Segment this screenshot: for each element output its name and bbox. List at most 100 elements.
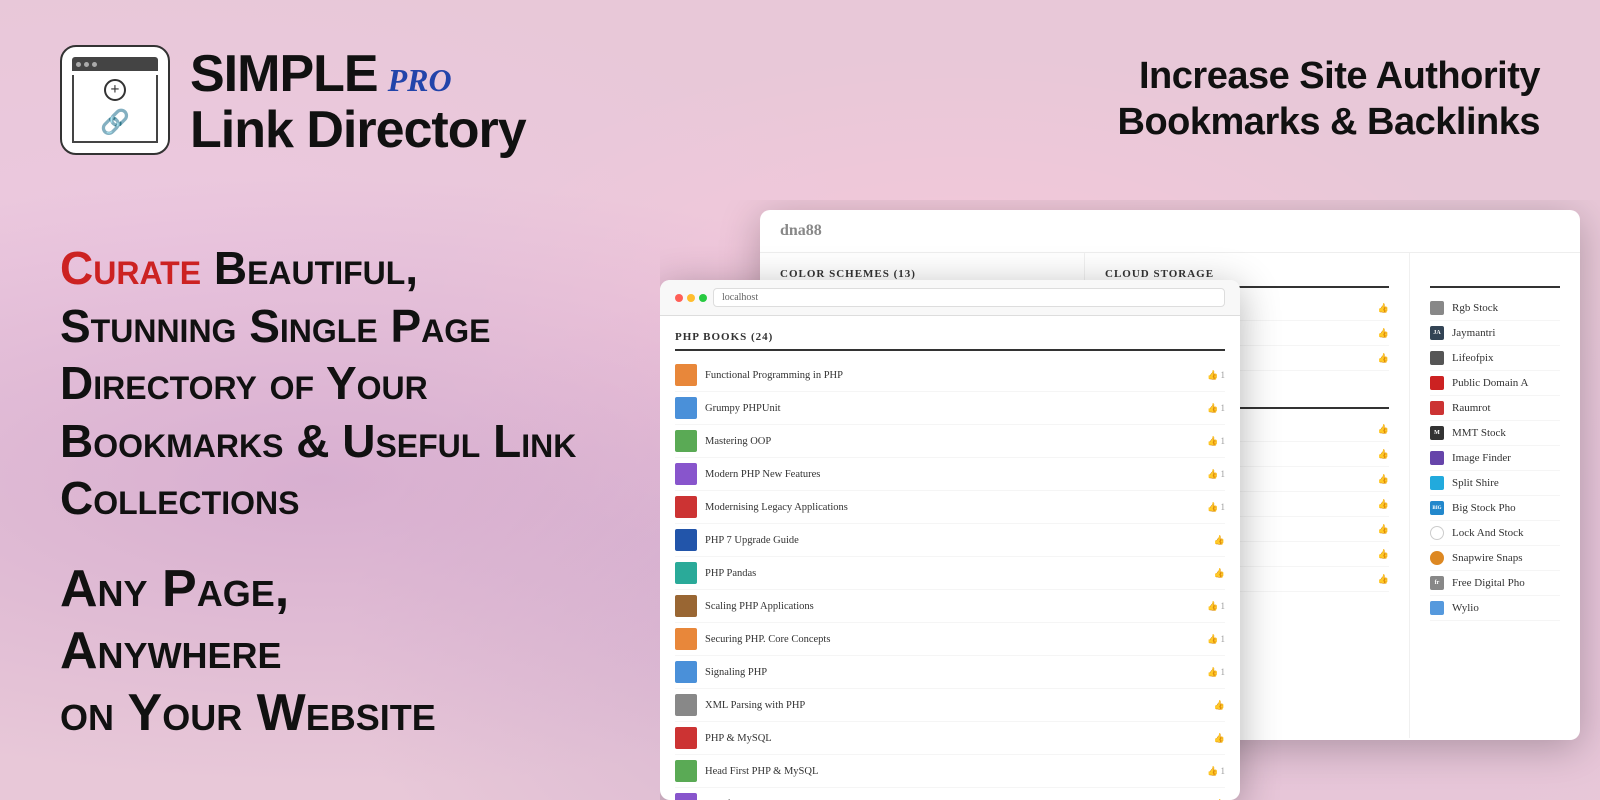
sc-front-body: PHP BOOKS (24) Functional Programming in… bbox=[660, 316, 1240, 800]
list-item: JA Jaymantri bbox=[1430, 321, 1560, 346]
list-item: Head First PHP & MySQL 👍 1 bbox=[675, 755, 1225, 788]
list-item: Wylio bbox=[1430, 596, 1560, 621]
left-section: Curate Beautiful, Stunning Single Page D… bbox=[0, 200, 660, 800]
votes: 👍 1 bbox=[1207, 766, 1225, 777]
votes: 👍 1 bbox=[1207, 502, 1225, 513]
favicon bbox=[675, 760, 697, 782]
favicon bbox=[1430, 551, 1444, 565]
link-name: Lifeofpix bbox=[1452, 352, 1560, 364]
list-item: fr Free Digital Pho bbox=[1430, 571, 1560, 596]
link-name: PHP 7 Upgrade Guide bbox=[705, 535, 1206, 546]
sc-back-header: dna88 bbox=[760, 210, 1580, 253]
favicon bbox=[1430, 526, 1444, 540]
link-name: Big Stock Pho bbox=[1452, 502, 1560, 514]
link-name: Lock And Stock bbox=[1452, 527, 1560, 539]
list-item: PHP Pandas 👍 bbox=[675, 557, 1225, 590]
screenshot-front: localhost PHP BOOKS (24) Functional Prog… bbox=[660, 280, 1240, 800]
link-name: Snapwire Snaps bbox=[1452, 552, 1560, 564]
votes: 👍 bbox=[1378, 449, 1389, 460]
list-item: Lifeofpix bbox=[1430, 346, 1560, 371]
votes: 👍 1 bbox=[1207, 403, 1225, 414]
list-item: Rgb Stock bbox=[1430, 296, 1560, 321]
pro-label: PRO bbox=[388, 62, 452, 99]
favicon: M bbox=[1430, 426, 1444, 440]
browser-url: localhost bbox=[713, 288, 1225, 307]
list-item: Functional Programming in PHP 👍 1 bbox=[675, 359, 1225, 392]
list-item: Scaling PHP Applications 👍 1 bbox=[675, 590, 1225, 623]
votes: 👍 1 bbox=[1207, 634, 1225, 645]
votes: 👍 1 bbox=[1207, 436, 1225, 447]
votes: 👍 bbox=[1214, 535, 1225, 546]
favicon bbox=[675, 529, 697, 551]
list-item: BIG Big Stock Pho bbox=[1430, 496, 1560, 521]
link-name: Raumrot bbox=[1452, 402, 1560, 414]
link-name: Wylio bbox=[1452, 602, 1560, 614]
favicon bbox=[675, 463, 697, 485]
tagline: Increase Site Authority Bookmarks & Back… bbox=[1118, 54, 1540, 145]
votes: 👍 bbox=[1378, 424, 1389, 435]
split-shire-label: Split Shire bbox=[1452, 477, 1560, 489]
favicon bbox=[675, 595, 697, 617]
votes: 👍 1 bbox=[1207, 469, 1225, 480]
subheadline-line2: Anywhere bbox=[60, 620, 600, 682]
logo-text: SIMPLE PRO Link Directory bbox=[190, 44, 526, 156]
favicon bbox=[675, 397, 697, 419]
link-name: Free Digital Pho bbox=[1452, 577, 1560, 589]
list-item: Securing PHP. Core Concepts 👍 1 bbox=[675, 623, 1225, 656]
link-name: XML Parsing with PHP bbox=[705, 700, 1206, 711]
list-item: Public Domain A bbox=[1430, 371, 1560, 396]
link-name: Modern PHP New Features bbox=[705, 469, 1199, 480]
logo-icon: + 🔗 bbox=[60, 45, 170, 155]
right-section: dna88 COLOR SCHEMES (13) Adobe Color 👍 2… bbox=[660, 200, 1600, 800]
link-name: Functional Programming in PHP bbox=[705, 370, 1199, 381]
subheadline: Any Page, Anywhere on Your Website bbox=[60, 558, 600, 745]
favicon: JA bbox=[1430, 326, 1444, 340]
list-item: Split Shire bbox=[1430, 471, 1560, 496]
favicon bbox=[1430, 351, 1444, 365]
favicon bbox=[1430, 376, 1444, 390]
subheadline-line1: Any Page, bbox=[60, 558, 600, 620]
link-name: PHP & MySQL bbox=[705, 733, 1206, 744]
list-item: XML Parsing with PHP 👍 bbox=[675, 689, 1225, 722]
right-col-title bbox=[1430, 268, 1560, 288]
favicon bbox=[1430, 476, 1444, 490]
list-item: Snapwire Snaps bbox=[1430, 546, 1560, 571]
favicon: BIG bbox=[1430, 501, 1444, 515]
favicon bbox=[675, 661, 697, 683]
list-item: PHP & MySQL 👍 bbox=[675, 722, 1225, 755]
php-books-title: PHP BOOKS (24) bbox=[675, 331, 1225, 351]
favicon bbox=[675, 727, 697, 749]
favicon bbox=[675, 562, 697, 584]
list-item: Modern PHP New Features 👍 1 bbox=[675, 458, 1225, 491]
votes: 👍 bbox=[1378, 353, 1389, 364]
simple-label: SIMPLE bbox=[190, 44, 378, 104]
browser-dots bbox=[675, 294, 707, 302]
list-item: Lock And Stock bbox=[1430, 521, 1560, 546]
list-item: Mastering OOP 👍 1 bbox=[675, 425, 1225, 458]
link-name: PHP Pandas bbox=[705, 568, 1206, 579]
list-item: Grumpy PHPUnit 👍 1 bbox=[675, 392, 1225, 425]
dna-logo: dna88 bbox=[780, 222, 822, 240]
list-item: M MMT Stock bbox=[1430, 421, 1560, 446]
votes: 👍 bbox=[1378, 524, 1389, 535]
favicon: fr bbox=[1430, 576, 1444, 590]
link-name: MMT Stock bbox=[1452, 427, 1560, 439]
link-name: Image Finder bbox=[1452, 452, 1560, 464]
votes: 👍 bbox=[1214, 733, 1225, 744]
logo-section: + 🔗 SIMPLE PRO Link Directory bbox=[60, 44, 526, 156]
tagline-line1: Increase Site Authority bbox=[1118, 54, 1540, 100]
curate-text: Curate bbox=[60, 242, 201, 294]
votes: 👍 bbox=[1378, 328, 1389, 339]
link-directory-label: Link Directory bbox=[190, 104, 526, 156]
votes: 👍 bbox=[1378, 303, 1389, 314]
headline: Curate Beautiful, Stunning Single Page D… bbox=[60, 240, 600, 528]
link-name: Signaling PHP bbox=[705, 667, 1199, 678]
link-name: Head First PHP & MySQL bbox=[705, 766, 1199, 777]
subheadline-line3: on Your Website bbox=[60, 682, 600, 744]
link-name: Public Domain A bbox=[1452, 377, 1560, 389]
list-item: Modernising Legacy Applications 👍 1 bbox=[675, 491, 1225, 524]
votes: 👍 bbox=[1378, 574, 1389, 585]
favicon bbox=[675, 496, 697, 518]
list-item: Image Finder bbox=[1430, 446, 1560, 471]
list-item: Raumrot bbox=[1430, 396, 1560, 421]
